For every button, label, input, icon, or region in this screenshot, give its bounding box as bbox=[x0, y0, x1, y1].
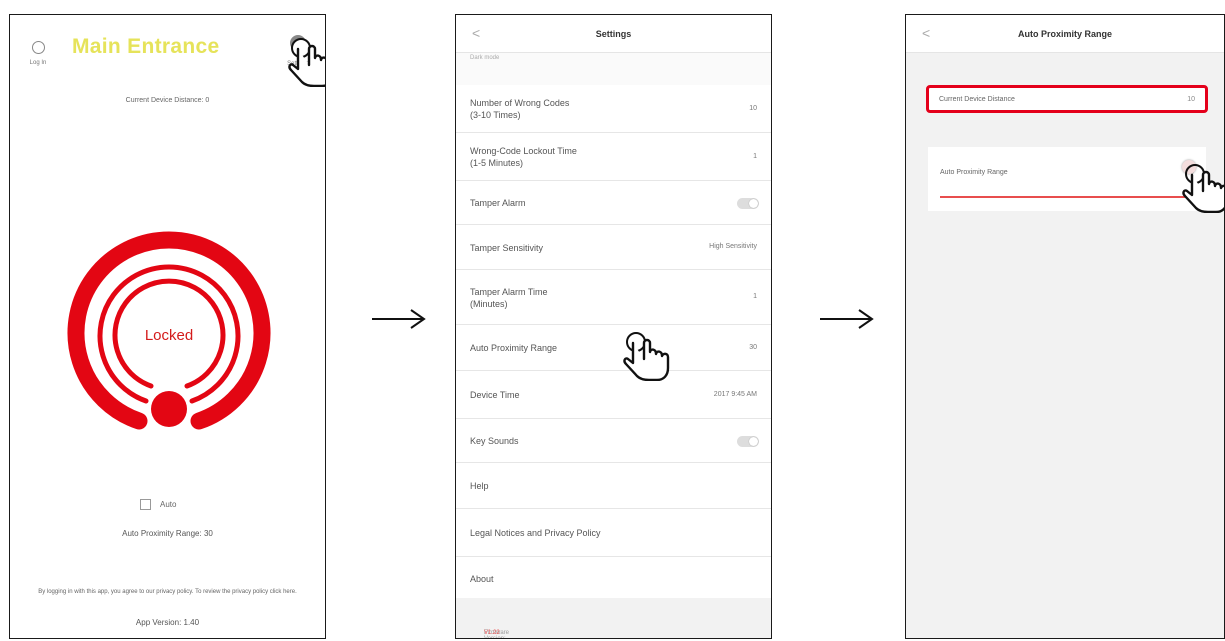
settings-row[interactable]: Auto Proximity Range 30 bbox=[456, 325, 771, 371]
settings-row-value: 1 bbox=[753, 293, 757, 300]
current-distance-label: Current Device Distance bbox=[939, 96, 1015, 103]
auto-proximity-range-screen: < Auto Proximity Range Current Device Di… bbox=[905, 14, 1225, 639]
privacy-notice[interactable]: By logging in with this app, you agree t… bbox=[18, 588, 317, 597]
settings-row[interactable]: Device Time 2017 9:45 AM bbox=[456, 371, 771, 419]
range-slider[interactable] bbox=[940, 196, 1190, 198]
settings-row-label: Auto Proximity Range bbox=[470, 343, 558, 353]
auto-label: Auto bbox=[160, 500, 177, 509]
settings-row-label: Key Sounds bbox=[470, 436, 519, 446]
settings-row[interactable]: Tamper Alarm Time (Minutes) 1 bbox=[456, 270, 771, 325]
toggle-switch[interactable] bbox=[737, 436, 759, 447]
tap-hand-icon bbox=[623, 332, 670, 381]
firmware-value: V1.22 bbox=[484, 630, 500, 636]
settings-row[interactable]: Help bbox=[456, 463, 771, 509]
main-entrance-screen: Log In Main Entrance Settings Current De… bbox=[9, 14, 326, 639]
settings-screen: < Settings Dark mode Number of Wrong Cod… bbox=[455, 14, 772, 639]
settings-row-label: Tamper Alarm Time (Minutes) bbox=[470, 287, 548, 309]
lock-status-label: Locked bbox=[144, 327, 194, 344]
current-distance-value: 10 bbox=[1187, 96, 1195, 103]
arrow-right-icon bbox=[820, 309, 874, 329]
app-version: App Version: 1.40 bbox=[135, 618, 200, 627]
settings-row-label: Tamper Alarm bbox=[470, 198, 526, 208]
auto-range-text: Auto Proximity Range: 30 bbox=[122, 529, 213, 538]
settings-row-label: Help bbox=[470, 481, 489, 491]
settings-row-label: Number of Wrong Codes (3-10 Times) bbox=[470, 98, 570, 120]
settings-row[interactable]: Number of Wrong Codes (3-10 Times) 10 bbox=[456, 85, 771, 133]
auto-checkbox[interactable]: Auto bbox=[140, 499, 176, 510]
page-title: Auto Proximity Range bbox=[1017, 29, 1112, 39]
arrow-right-icon bbox=[372, 309, 426, 329]
page-title: Settings bbox=[595, 29, 632, 39]
settings-row-label: Tamper Sensitivity bbox=[470, 243, 544, 253]
settings-row[interactable]: Tamper Sensitivity High Sensitivity bbox=[456, 225, 771, 270]
lock-status-button[interactable]: Locked bbox=[63, 223, 275, 451]
settings-row[interactable]: Legal Notices and Privacy Policy bbox=[456, 509, 771, 557]
settings-row-label: About bbox=[470, 574, 494, 584]
settings-row-label: Legal Notices and Privacy Policy bbox=[470, 528, 601, 538]
user-icon bbox=[31, 41, 45, 54]
tap-hand-icon bbox=[288, 38, 325, 87]
current-device-distance: Current Device Distance: 0 bbox=[125, 97, 210, 104]
partial-setting-row: Dark mode bbox=[470, 55, 500, 61]
range-label: Auto Proximity Range bbox=[940, 169, 1008, 176]
settings-row-value: 30 bbox=[749, 344, 757, 351]
settings-row[interactable]: Tamper Alarm bbox=[456, 181, 771, 225]
range-navbar: < Auto Proximity Range bbox=[906, 15, 1224, 53]
login-label: Log In bbox=[29, 60, 47, 66]
tap-hand-icon bbox=[1182, 164, 1224, 213]
settings-row-value: 1 bbox=[753, 153, 757, 160]
toggle-switch[interactable] bbox=[737, 198, 759, 209]
firmware-footer: Firmware Version: V1.22 bbox=[456, 598, 771, 638]
checkbox-icon bbox=[140, 499, 151, 510]
settings-navbar: < Settings bbox=[456, 15, 771, 53]
settings-row-value: 2017 9:45 AM bbox=[713, 391, 757, 398]
login-button[interactable]: Log In bbox=[24, 41, 52, 66]
lock-name-title[interactable]: Main Entrance bbox=[72, 35, 219, 59]
current-device-distance-row: Current Device Distance 10 bbox=[926, 85, 1208, 113]
settings-row-value: High Sensitivity bbox=[709, 243, 757, 250]
range-setting-card: Auto Proximity Range 30 bbox=[928, 147, 1206, 211]
settings-row-value: 10 bbox=[749, 105, 757, 112]
settings-row[interactable]: Key Sounds bbox=[456, 419, 771, 463]
settings-row-label: Device Time bbox=[470, 390, 520, 400]
settings-row[interactable]: About bbox=[456, 557, 771, 601]
settings-row-label: Wrong-Code Lockout Time (1-5 Minutes) bbox=[470, 146, 577, 168]
settings-row[interactable]: Wrong-Code Lockout Time (1-5 Minutes) 1 bbox=[456, 133, 771, 181]
